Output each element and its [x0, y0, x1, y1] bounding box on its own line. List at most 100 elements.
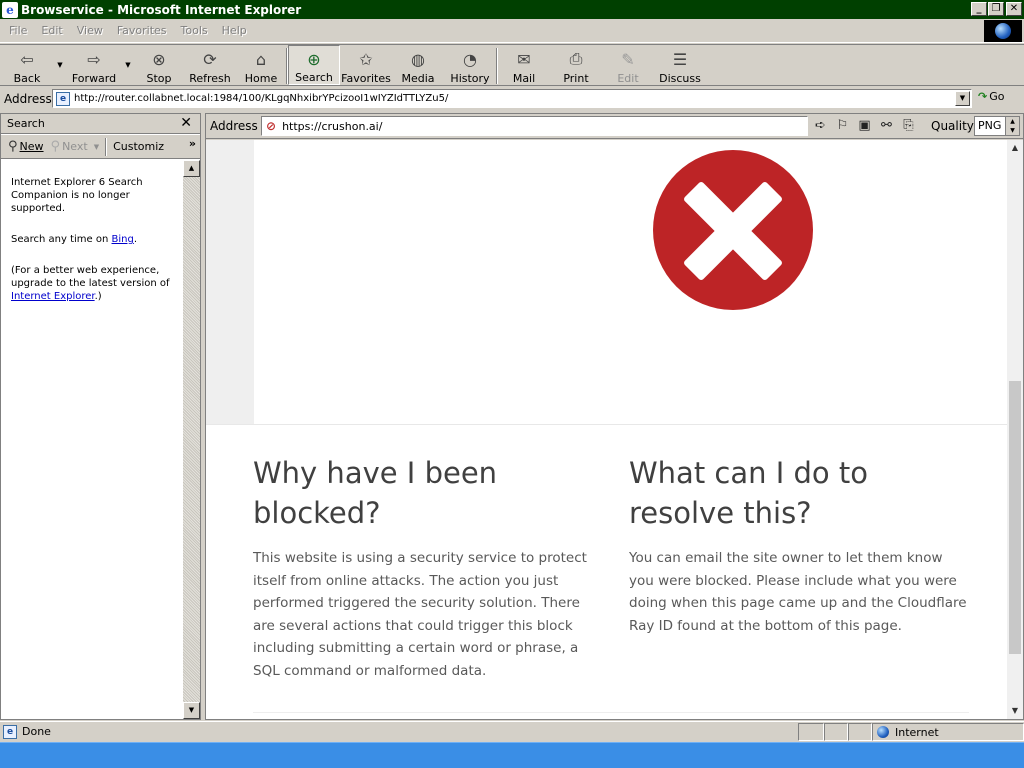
maximize-button[interactable]: ❐ [988, 2, 1004, 16]
search-pane-title: Search [7, 117, 45, 130]
navigate-arrow-icon[interactable]: ➪ [812, 118, 829, 133]
error-x-icon [653, 150, 813, 310]
back-dropdown[interactable]: ▼ [54, 45, 66, 85]
menu-help[interactable]: Help [215, 24, 254, 37]
scroll-down-button[interactable]: ▼ [183, 702, 200, 719]
new-search-button[interactable]: ⚲ New [8, 139, 44, 154]
chevron-down-icon: ▼ [57, 61, 63, 69]
upgrade-message: (For a better web experience, upgrade to… [11, 264, 173, 303]
next-search-button[interactable]: ⚲ Next [51, 139, 88, 154]
bing-link[interactable]: Bing [112, 234, 134, 245]
page-icon: e [56, 91, 70, 106]
zone-label: Internet [895, 725, 939, 739]
address-dropdown-button[interactable]: ▼ [955, 91, 970, 106]
mail-button[interactable]: ✉ Mail [498, 45, 550, 86]
edit-icon: ✎ [621, 49, 635, 69]
scroll-up-button[interactable]: ▲ [183, 160, 200, 177]
scroll-thumb[interactable] [1009, 381, 1021, 654]
window-title: Browservice - Microsoft Internet Explore… [21, 2, 302, 17]
magnifier-icon: ⚲ [50, 139, 61, 154]
magnifier-icon: ⚲ [8, 139, 18, 154]
print-button[interactable]: ⎙ Print [550, 45, 602, 85]
media-button[interactable]: ◍ Media [392, 45, 444, 86]
quality-spinner[interactable]: PNG ▲ ▼ [974, 116, 1020, 136]
search-pane-header: Search ✕ [1, 114, 200, 134]
forward-button[interactable]: ⇨ Forward [66, 45, 122, 86]
content-divider [206, 424, 1007, 425]
quality-value: PNG [978, 119, 1002, 132]
address-url: http://router.collabnet.local:1984/100/K… [74, 93, 449, 104]
taskbar [0, 742, 1024, 768]
close-button[interactable]: ✕ [1006, 2, 1022, 16]
internet-explorer-link[interactable]: Internet Explorer [11, 291, 95, 302]
address-label: Address [4, 91, 52, 106]
minimize-button[interactable]: _ [971, 2, 987, 16]
stop-button[interactable]: ⊗ Stop [134, 45, 184, 86]
mail-label: Mail [512, 72, 536, 85]
refresh-label: Refresh [189, 72, 231, 85]
left-grey-panel [206, 140, 254, 424]
mail-icon: ✉ [517, 49, 531, 69]
customize-button[interactable]: Customiz [113, 140, 164, 153]
bing-message-text: Search any time on [11, 234, 112, 245]
home-button[interactable]: ⌂ Home [236, 45, 286, 86]
unsupported-message: Internet Explorer 6 Search Companion is … [11, 177, 143, 214]
more-chevron-icon[interactable]: » [189, 137, 196, 150]
upgrade-message-text: (For a better web experience, upgrade to… [11, 265, 170, 289]
inner-address-input[interactable]: ⊘ https://crushon.ai/ [261, 116, 808, 136]
stop-icon: ⊗ [152, 49, 166, 69]
search-globe-icon: ⊕ [307, 49, 321, 69]
history-label: History [450, 72, 490, 85]
search-pane-toolbar: ⚲ New ⚲ Next ▼ Customiz » [1, 135, 200, 159]
back-button[interactable]: ⇦ Back [0, 45, 54, 86]
favorites-button[interactable]: ✩ Favorites [340, 45, 392, 86]
menu-tools[interactable]: Tools [174, 24, 215, 37]
status-cell [824, 723, 848, 741]
search-label: Search [295, 71, 333, 84]
menu-edit[interactable]: Edit [34, 24, 69, 37]
search-companion-pane: Search ✕ ⚲ New ⚲ Next ▼ Customiz » Inter… [0, 113, 201, 720]
address-input[interactable]: e http://router.collabnet.local:1984/100… [52, 89, 972, 108]
home-icon: ⌂ [255, 49, 267, 69]
refresh-button[interactable]: ⟳ Refresh [184, 45, 236, 86]
bookmark-icon[interactable]: ⚐ [834, 118, 851, 133]
search-toolbar-separator [105, 137, 108, 156]
search-button[interactable]: ⊕ Search [288, 45, 340, 85]
print-label: Print [563, 72, 589, 85]
clipboard-icon[interactable]: ⎘ [900, 118, 917, 133]
chevron-down-icon[interactable]: ▼ [94, 143, 99, 151]
edit-button[interactable]: ✎ Edit [602, 45, 654, 86]
ie-logo-icon: e [2, 1, 18, 18]
status-cell [798, 723, 824, 741]
window-controls: _ ❐ ✕ [970, 2, 1022, 16]
page-scrollbar[interactable]: ▲ ▼ [1007, 140, 1023, 719]
favorites-folder-icon: ✩ [359, 49, 373, 69]
next-search-label: Next [62, 140, 88, 153]
forward-dropdown[interactable]: ▼ [122, 45, 134, 85]
search-pane-body: Internet Explorer 6 Search Companion is … [1, 160, 183, 720]
image-mode-icon[interactable]: ▣ [856, 118, 873, 133]
media-label: Media [401, 72, 435, 85]
find-binoculars-icon[interactable]: ⚯ [878, 118, 895, 133]
resolve-heading: What can I do to resolve this? [629, 456, 868, 530]
scroll-up-button[interactable]: ▲ [1007, 140, 1023, 156]
discuss-button[interactable]: ☰ Discuss [654, 45, 706, 86]
refresh-icon: ⟳ [203, 49, 217, 69]
go-button[interactable]: ↷ Go [978, 90, 1004, 103]
search-pane-scrollbar[interactable]: ▲ ▼ [183, 160, 200, 719]
menu-file[interactable]: File [2, 24, 34, 37]
menu-view[interactable]: View [70, 24, 110, 37]
inner-address-bar: Address ⊘ https://crushon.ai/ ➪ ⚐ ▣ ⚯ ⎘ … [206, 114, 1023, 139]
why-blocked-heading: Why have I been blocked? [253, 456, 498, 530]
menu-favorites[interactable]: Favorites [110, 24, 174, 37]
scroll-down-button[interactable]: ▼ [1007, 703, 1023, 719]
edit-label: Edit [617, 72, 639, 85]
history-button[interactable]: ◔ History [444, 45, 496, 86]
web-page: Why have I been blocked? This website is… [206, 140, 1007, 719]
security-zone: Internet [872, 723, 1024, 741]
quality-label: Quality [931, 119, 974, 133]
standard-toolbar: ⇦ Back ▼ ⇨ Forward ▼ ⊗ Stop ⟳ Refresh ⌂ … [0, 44, 1024, 86]
back-label: Back [13, 72, 41, 85]
search-pane-close-button[interactable]: ✕ [180, 115, 192, 131]
quality-spin-buttons[interactable]: ▲ ▼ [1005, 117, 1019, 135]
